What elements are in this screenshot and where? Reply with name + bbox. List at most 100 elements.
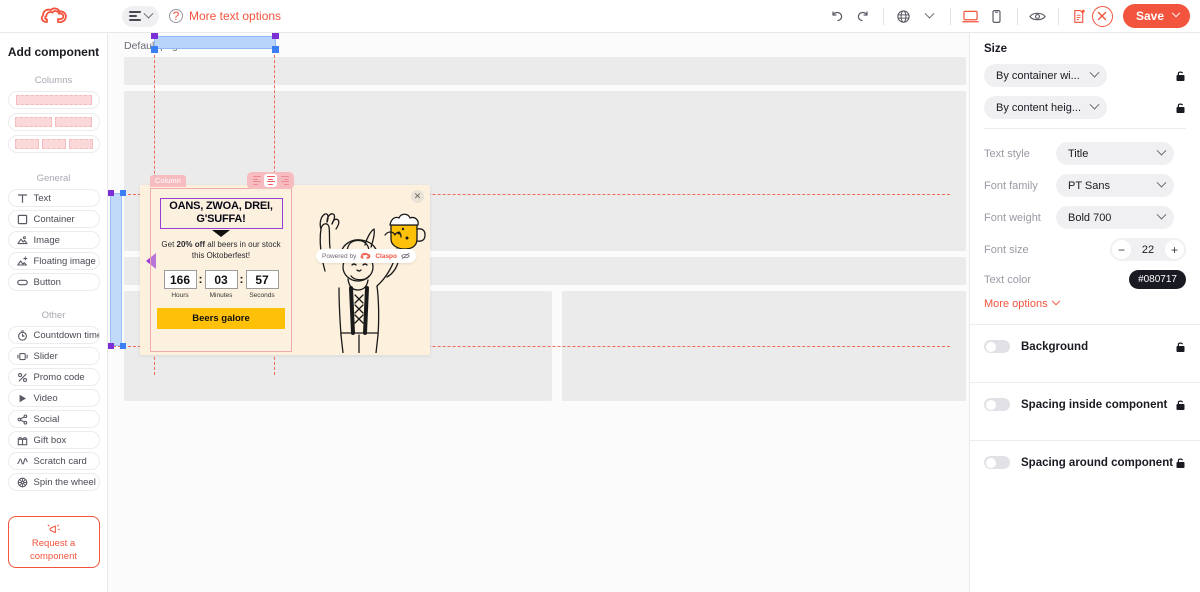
timer-label-seconds: Seconds — [249, 292, 275, 299]
powered-by-label: Powered by — [322, 252, 357, 260]
mobile-view-button[interactable] — [984, 3, 1010, 29]
language-dropdown-chevron[interactable] — [917, 3, 943, 29]
sidebar-item-label: Scratch card — [33, 455, 87, 467]
size-width-select[interactable]: By container wi... — [984, 64, 1107, 87]
strip-handle-top[interactable] — [108, 190, 114, 196]
chevron-down-icon — [1089, 99, 1100, 110]
help-icon: ? — [169, 9, 183, 23]
popup-subtext[interactable]: Get 20% off all beers in our stock this … — [157, 240, 285, 261]
alignment-toolbar[interactable] — [247, 172, 294, 189]
divider — [1057, 7, 1059, 25]
text-color-value[interactable]: #080717 — [1129, 270, 1186, 289]
align-left-button[interactable] — [250, 174, 263, 187]
slider-icon — [16, 351, 28, 362]
lock-icon[interactable] — [1175, 102, 1186, 114]
resize-handle-top-right[interactable] — [272, 33, 279, 39]
spacing-around-toggle[interactable] — [984, 456, 1010, 469]
spacing-inside-toggle[interactable] — [984, 398, 1010, 411]
sidebar-item-countdown-timer[interactable]: Countdown time — [7, 326, 100, 344]
undo-button[interactable] — [824, 3, 850, 29]
more-text-options-label: More text options — [189, 9, 282, 23]
editor-canvas[interactable]: Default page — [108, 33, 969, 592]
text-cursor-caret-icon — [212, 230, 230, 237]
lock-icon[interactable] — [1175, 399, 1186, 411]
placeholder-block — [124, 57, 966, 85]
sidebar-item-spin-the-wheel[interactable]: Spin the wheel — [7, 473, 100, 491]
text-color-row: Text color #080717 — [984, 270, 1186, 289]
desktop-view-button[interactable] — [958, 3, 984, 29]
strip-handle-bottom[interactable] — [108, 343, 114, 349]
more-text-options-button[interactable]: ? More text options — [169, 9, 281, 23]
request-component-button[interactable]: Request a component — [7, 516, 100, 568]
sidebar-item-video[interactable]: Video — [7, 389, 100, 407]
request-component-line2: component — [29, 550, 77, 562]
selection-strip-left[interactable] — [108, 190, 126, 349]
sidebar-item-text[interactable]: Text — [7, 189, 100, 207]
sidebar-group-other: Other — [41, 310, 66, 321]
mobile-icon — [992, 9, 1002, 23]
sidebar-item-label: Social — [33, 413, 60, 425]
sidebar-item-container[interactable]: Container — [7, 210, 100, 228]
app-logo[interactable] — [0, 6, 108, 26]
close-editor-button[interactable] — [1091, 5, 1113, 27]
resize-handle-top-left[interactable] — [151, 33, 158, 39]
popup-column-selection[interactable]: Column OANS, ZWOA, DREI, G'SUFFA! Get 20… — [150, 172, 294, 352]
timer-unit-minutes: 03 Minutes — [204, 270, 238, 299]
sidebar-item-label: Image — [33, 234, 60, 246]
sidebar-item-floating-image[interactable]: Floating image — [7, 252, 100, 270]
countdown-timer[interactable]: 166 Hours : 03 Minutes : 57 Seconds — [163, 270, 279, 299]
eye-off-icon[interactable] — [401, 252, 410, 260]
resize-handle-bottom-left[interactable] — [151, 46, 158, 53]
lock-icon[interactable] — [1175, 341, 1186, 353]
eye-icon — [1029, 12, 1047, 20]
strip-handle-bottom-right[interactable] — [120, 343, 126, 349]
align-center-button[interactable] — [264, 174, 277, 187]
divider — [984, 128, 1186, 129]
font-size-increase-button[interactable]: + — [1165, 240, 1184, 259]
lock-icon[interactable] — [1175, 70, 1186, 82]
redo-button[interactable] — [850, 3, 876, 29]
page-settings-button[interactable] — [1066, 3, 1092, 29]
text-align-dropdown[interactable] — [122, 5, 159, 27]
background-toggle-row: Background — [984, 325, 1186, 368]
close-icon — [1098, 11, 1107, 21]
popup-headline-editable[interactable]: OANS, ZWOA, DREI, G'SUFFA! — [159, 198, 283, 229]
popup-cta-button[interactable]: Beers galore — [157, 308, 285, 329]
sidebar-item-three-columns[interactable] — [7, 135, 100, 153]
resize-handle-bottom-right[interactable] — [272, 46, 279, 53]
background-toggle[interactable] — [984, 340, 1010, 353]
text-style-select[interactable]: Title — [1056, 142, 1174, 165]
image-icon — [16, 235, 28, 246]
sidebar-item-one-column[interactable] — [7, 91, 100, 109]
save-button[interactable]: Save — [1122, 4, 1190, 28]
font-size-stepper[interactable]: − 22 + — [1110, 238, 1186, 261]
align-right-button[interactable] — [278, 174, 291, 187]
share-icon — [17, 413, 28, 425]
language-button[interactable] — [891, 3, 917, 29]
selection-bar-top[interactable] — [151, 33, 279, 53]
sidebar-item-two-columns[interactable] — [7, 113, 100, 131]
size-height-select[interactable]: By content heig... — [984, 96, 1107, 119]
sidebar-item-scratch-card[interactable]: Scratch card — [7, 452, 100, 470]
strip-handle-top-right[interactable] — [120, 190, 126, 196]
preview-button[interactable] — [1025, 3, 1051, 29]
font-size-value[interactable]: 22 — [1131, 244, 1165, 256]
lock-icon[interactable] — [1175, 457, 1186, 469]
chevron-down-icon — [1156, 177, 1167, 188]
sidebar-item-social[interactable]: Social — [7, 410, 100, 428]
popup-subtext-strong: 20% off — [176, 240, 205, 249]
sidebar-item-slider[interactable]: Slider — [7, 347, 100, 365]
sidebar-item-gift-box[interactable]: Gift box — [7, 431, 100, 449]
more-options-button[interactable]: More options — [984, 296, 1186, 310]
font-weight-select[interactable]: Bold 700 — [1056, 206, 1174, 229]
timer-separator: : — [198, 272, 203, 286]
text-align-icon — [129, 11, 141, 21]
font-size-decrease-button[interactable]: − — [1112, 240, 1131, 259]
popup-preview[interactable]: ✕ Column OANS, ZWOA, DREI, G'SUFFA! Get … — [140, 172, 430, 355]
sidebar-item-image[interactable]: Image — [7, 231, 100, 249]
sidebar-item-button[interactable]: Button — [7, 273, 100, 291]
popup-headline: OANS, ZWOA, DREI, G'SUFFA! — [169, 200, 273, 225]
sidebar-item-promo-code[interactable]: Promo code — [7, 368, 100, 386]
font-family-select[interactable]: PT Sans — [1056, 174, 1174, 197]
chevron-down-icon — [1089, 67, 1100, 78]
